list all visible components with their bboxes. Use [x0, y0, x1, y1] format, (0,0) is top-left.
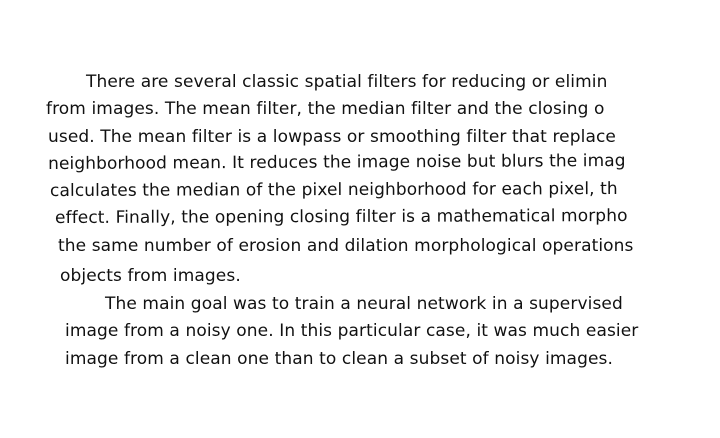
paragraph-1-line-4: neighborhood mean. It reduces the image …	[48, 150, 626, 174]
document-page: There are several classic spatial filter…	[0, 0, 720, 438]
paragraph-2-line-1: The main goal was to train a neural netw…	[105, 294, 623, 314]
paragraph-1-line-7: the same number of erosion and dilation …	[58, 236, 634, 256]
paragraph-1-line-3: used. The mean filter is a lowpass or sm…	[48, 127, 616, 147]
paragraph-1-line-8: objects from images.	[60, 266, 241, 286]
paragraph-2-line-3: image from a clean one than to clean a s…	[65, 349, 613, 369]
paragraph-2-line-2: image from a noisy one. In this particul…	[65, 321, 639, 341]
paragraph-1-line-1: There are several classic spatial filter…	[86, 72, 608, 92]
paragraph-1-line-2: from images. The mean filter, the median…	[46, 99, 605, 119]
paragraph-1-line-5: calculates the median of the pixel neigh…	[50, 179, 618, 201]
paragraph-1-line-6: effect. Finally, the opening closing fil…	[55, 206, 628, 228]
